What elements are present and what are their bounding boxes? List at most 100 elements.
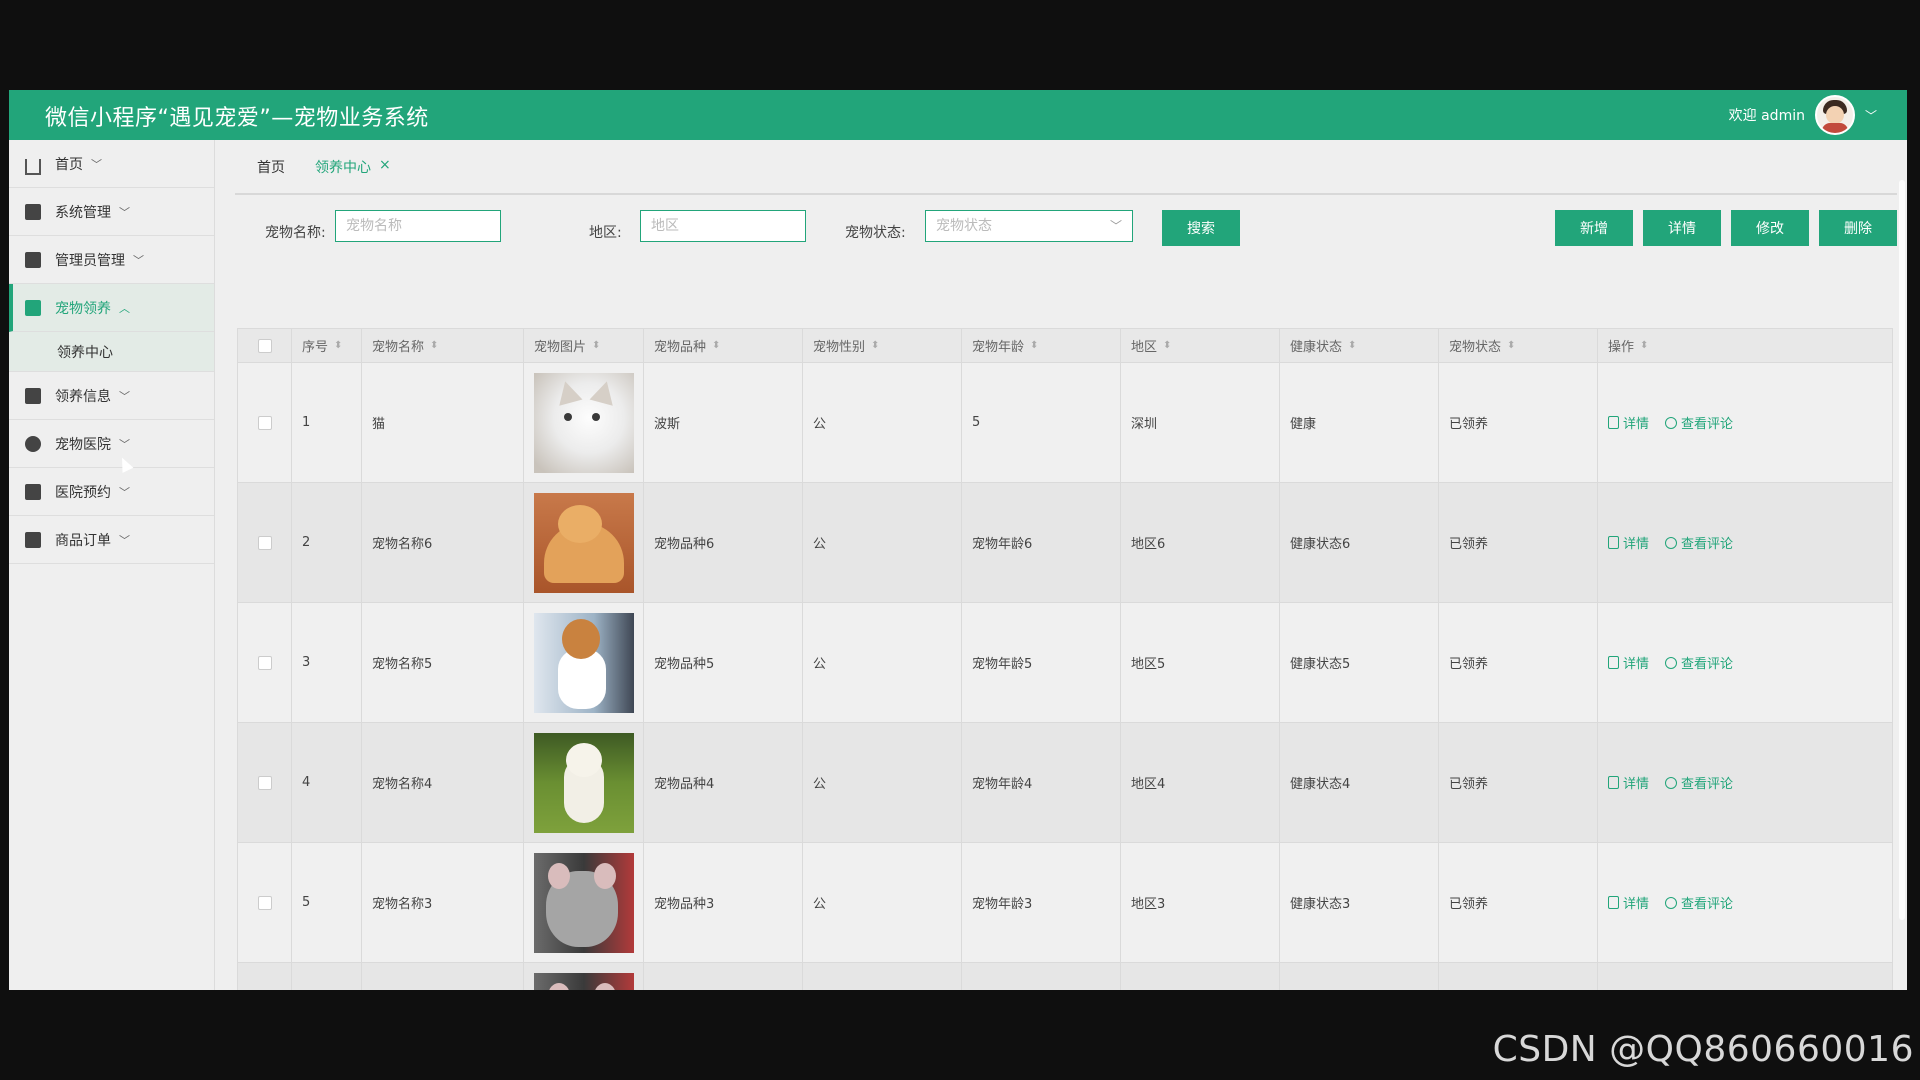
sort-icon: ⬍ (871, 340, 880, 351)
row-detail-link[interactable]: 详情 (1608, 893, 1649, 912)
row-comment-link[interactable]: 查看评论 (1665, 653, 1733, 672)
row-checkbox[interactable] (257, 415, 272, 430)
sidebar-item-label: 管理员管理 (55, 252, 125, 269)
sidebar-item-adoption-info[interactable]: 领养信息 ﹀ (9, 372, 214, 420)
cell-region: 地区6 (1121, 483, 1280, 602)
op-label: 查看评论 (1681, 417, 1734, 432)
table-row[interactable]: 4 宠物名称4 宠物品种4 公 宠物年龄4 地区4 健康状态4 已领养 详情 查… (238, 723, 1893, 843)
header-age[interactable]: 宠物年龄 ⬍ (962, 329, 1121, 362)
chevron-down-icon[interactable]: ﹀ (1865, 107, 1877, 124)
row-detail-link[interactable]: 详情 (1608, 653, 1649, 672)
table-row[interactable]: 5 宠物名称3 宠物品种3 公 宠物年龄3 地区3 健康状态3 已领养 详情 查… (238, 843, 1893, 963)
cell-gender: 公 (803, 723, 962, 842)
table-row[interactable]: 1 猫 波斯 公 5 深圳 健康 已领养 详情 查看评论 (238, 363, 1893, 483)
region-input[interactable]: 地区 (640, 210, 806, 242)
row-checkbox[interactable] (257, 775, 272, 790)
avatar[interactable] (1814, 95, 1855, 135)
pet-status-select[interactable]: 宠物状态 ﹀ (925, 210, 1133, 242)
row-comment-link[interactable]: 查看评论 (1665, 773, 1733, 792)
sidebar-item-home[interactable]: 首页 ﹀ (9, 140, 214, 188)
edit-button[interactable]: 修改 (1731, 210, 1809, 246)
header-gender[interactable]: 宠物性别 ⬍ (803, 329, 962, 362)
cell-gender: 公 (803, 483, 962, 602)
row-detail-link[interactable]: 详情 (1608, 413, 1649, 432)
cell-no: 5 (292, 843, 362, 962)
delete-button[interactable]: 删除 (1819, 210, 1897, 246)
header-label: 宠物性别 (813, 340, 866, 355)
cell-name: 宠物名称5 (362, 603, 524, 722)
row-checkbox[interactable] (257, 535, 272, 550)
comment-icon (1665, 776, 1678, 789)
op-label: 详情 (1623, 777, 1650, 792)
header-image[interactable]: 宠物图片 ⬍ (524, 329, 644, 362)
sidebar-item-hospital-booking[interactable]: 医院预约 ﹀ (9, 468, 214, 516)
sidebar-item-orders[interactable]: 商品订单 ﹀ (9, 516, 214, 564)
user-menu[interactable]: 欢迎 admin ﹀ (1729, 95, 1877, 135)
cell-gender: 公 (803, 363, 962, 482)
cell-ops: 详情 查看评论 (1598, 843, 1893, 962)
header-health[interactable]: 健康状态 ⬍ (1280, 329, 1439, 362)
row-detail-link[interactable]: 详情 (1608, 533, 1649, 552)
op-label: 详情 (1623, 417, 1650, 432)
pet-photo (534, 732, 634, 833)
detail-button[interactable]: 详情 (1643, 210, 1721, 246)
tab-bar: 首页 领养中心 × (235, 140, 1897, 195)
sort-icon: ⬍ (1507, 340, 1516, 351)
sidebar-item-pet-hospital[interactable]: 宠物医院 ﹀ (9, 420, 214, 468)
cell-breed: 波斯 (644, 363, 803, 482)
select-all-checkbox[interactable] (257, 338, 272, 353)
cell-image (524, 963, 644, 990)
header-label: 宠物品种 (654, 340, 707, 355)
row-detail-link[interactable]: 详情 (1608, 773, 1649, 792)
cell-breed: 宠物品种4 (644, 723, 803, 842)
table-body: 1 猫 波斯 公 5 深圳 健康 已领养 详情 查看评论 2 宠物名称6 宠物品… (238, 363, 1893, 990)
document-icon (1608, 656, 1619, 669)
tab-home[interactable]: 首页 (257, 157, 285, 177)
header-status[interactable]: 宠物状态 ⬍ (1439, 329, 1598, 362)
sidebar-item-label: 宠物领养 (55, 300, 111, 317)
circle-icon (25, 435, 41, 452)
row-checkbox[interactable] (257, 655, 272, 670)
sidebar-item-pet-adoption[interactable]: 宠物领养 ︿ (9, 284, 214, 332)
cell-age: 宠物年龄6 (962, 483, 1121, 602)
sidebar-item-system[interactable]: 系统管理 ﹀ (9, 188, 214, 236)
row-comment-link[interactable]: 查看评论 (1665, 413, 1733, 432)
sidebar-item-admin[interactable]: 管理员管理 ﹀ (9, 236, 214, 284)
region-label: 地区: (589, 225, 622, 241)
cell-ops: 详情 查看评论 (1598, 363, 1893, 482)
header-region[interactable]: 地区 ⬍ (1121, 329, 1280, 362)
search-button[interactable]: 搜索 (1162, 210, 1240, 246)
row-checkbox[interactable] (257, 895, 272, 910)
row-comment-link[interactable]: 查看评论 (1665, 533, 1733, 552)
header-label: 宠物名称 (372, 340, 425, 355)
row-comment-link[interactable]: 查看评论 (1665, 893, 1733, 912)
header-label: 宠物图片 (534, 340, 587, 355)
header-label: 健康状态 (1290, 340, 1343, 355)
comment-icon (1665, 536, 1678, 549)
watermark: CSDN @QQ860660016 (1492, 1029, 1914, 1070)
header-breed[interactable]: 宠物品种 ⬍ (644, 329, 803, 362)
table-row[interactable]: 3 宠物名称5 宠物品种5 公 宠物年龄5 地区5 健康状态5 已领养 详情 查… (238, 603, 1893, 723)
header-label: 操作 (1608, 340, 1635, 355)
tab-adoption-center[interactable]: 领养中心 × (315, 157, 391, 177)
table-row[interactable]: 2 宠物名称6 宠物品种6 公 宠物年龄6 地区6 健康状态6 已领养 详情 查… (238, 483, 1893, 603)
pet-photo (534, 492, 634, 593)
scrollbar[interactable] (1899, 180, 1905, 920)
cell-region: 地区2 (1121, 963, 1280, 990)
cell-name: 宠物名称4 (362, 723, 524, 842)
sidebar-subitem-adoption-center[interactable]: 领养中心 (9, 332, 214, 372)
header-name[interactable]: 宠物名称 ⬍ (362, 329, 524, 362)
table-row[interactable]: 6 宠物名称2 宠物品种2 公 宠物年龄2 地区2 健康状态2 已领养 详情 查… (238, 963, 1893, 990)
add-button[interactable]: 新增 (1555, 210, 1633, 246)
search-bar: 宠物名称: 宠物名称 地区: 地区 宠物状态: 宠物状态 ﹀ 搜索 新增 详情 … (235, 210, 1897, 250)
header-ops[interactable]: 操作 ⬍ (1598, 329, 1893, 362)
sort-icon: ⬍ (1640, 340, 1649, 351)
pet-photo (534, 852, 634, 953)
pet-name-input[interactable]: 宠物名称 (335, 210, 501, 242)
header-no[interactable]: 序号 ⬍ (292, 329, 362, 362)
close-icon[interactable]: × (379, 157, 391, 173)
sort-icon: ⬍ (430, 340, 439, 351)
cell-region: 地区4 (1121, 723, 1280, 842)
chevron-down-icon: ﹀ (1109, 219, 1122, 233)
cell-breed: 宠物品种5 (644, 603, 803, 722)
